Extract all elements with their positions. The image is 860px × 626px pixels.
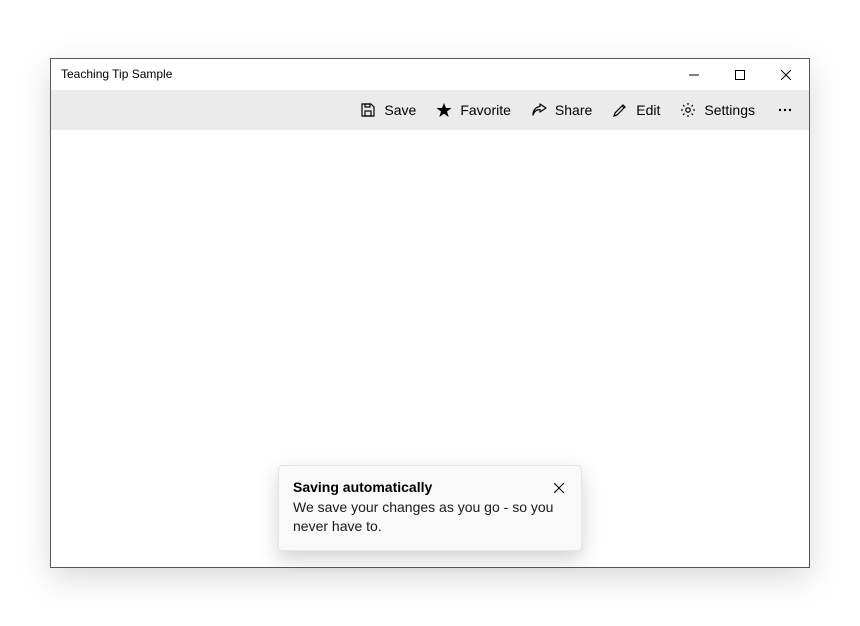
teaching-tip-header: Saving automatically <box>293 478 567 496</box>
share-button[interactable]: Share <box>521 90 602 130</box>
favorite-label: Favorite <box>460 102 511 118</box>
star-icon <box>436 102 452 118</box>
close-button[interactable] <box>763 59 809 90</box>
close-icon <box>781 70 791 80</box>
settings-button[interactable]: Settings <box>670 90 765 130</box>
save-label: Save <box>384 102 416 118</box>
app-window: Teaching Tip Sample Save Favorite <box>50 58 810 568</box>
more-button[interactable] <box>765 90 805 130</box>
commandbar: Save Favorite Share Edit Settings <box>51 90 809 130</box>
teaching-tip-body: We save your changes as you go - so you … <box>293 498 567 536</box>
close-icon <box>554 483 564 493</box>
gear-icon <box>680 102 696 118</box>
titlebar: Teaching Tip Sample <box>51 59 809 90</box>
minimize-button[interactable] <box>671 59 717 90</box>
edit-button[interactable]: Edit <box>602 90 670 130</box>
window-title: Teaching Tip Sample <box>61 59 172 90</box>
edit-label: Edit <box>636 102 660 118</box>
window-controls <box>671 59 809 90</box>
teaching-tip-title: Saving automatically <box>293 478 432 496</box>
edit-icon <box>612 102 628 118</box>
settings-label: Settings <box>704 102 755 118</box>
share-icon <box>531 102 547 118</box>
teaching-tip: Saving automatically We save your change… <box>278 465 582 551</box>
minimize-icon <box>689 70 699 80</box>
share-label: Share <box>555 102 592 118</box>
favorite-button[interactable]: Favorite <box>426 90 521 130</box>
content-area: Saving automatically We save your change… <box>51 130 809 567</box>
maximize-icon <box>735 70 745 80</box>
more-icon <box>777 102 793 118</box>
save-icon <box>360 102 376 118</box>
maximize-button[interactable] <box>717 59 763 90</box>
teaching-tip-close-button[interactable] <box>551 480 567 496</box>
save-button[interactable]: Save <box>350 90 426 130</box>
